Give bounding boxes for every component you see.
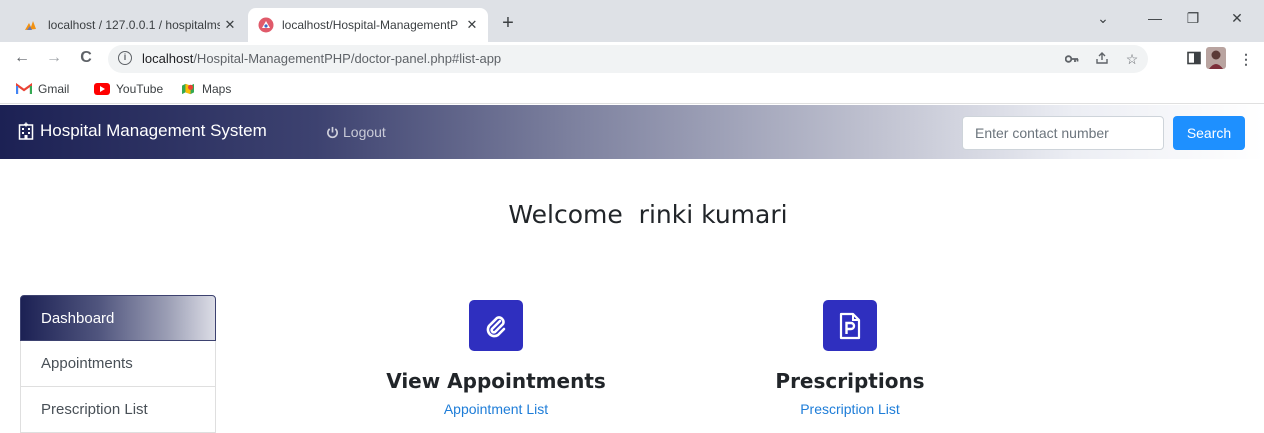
sidebar-item-appointments[interactable]: Appointments — [20, 341, 216, 387]
side-panel-icon[interactable] — [1184, 51, 1204, 68]
prescription-icon — [839, 312, 861, 339]
sidebar-list: Dashboard Appointments Prescription List — [20, 295, 216, 433]
share-icon[interactable] — [1092, 51, 1112, 68]
close-window-icon[interactable]: ✕ — [1222, 10, 1252, 27]
prescriptions-tile — [823, 300, 877, 351]
search-button[interactable]: Search — [1173, 116, 1245, 150]
restore-icon[interactable]: ❐ — [1178, 10, 1208, 27]
power-icon — [327, 126, 338, 138]
phpmyadmin-icon — [25, 21, 36, 30]
address-url[interactable]: localhost/Hospital-ManagementPHP/doctor-… — [142, 51, 501, 66]
profile-avatar-icon[interactable] — [1206, 47, 1226, 72]
address-bar[interactable]: i localhost/Hospital-ManagementPHP/docto… — [108, 45, 1148, 73]
app-navbar: Hospital Management System Logout Search — [0, 105, 1264, 159]
appointment-list-link[interactable]: Appointment List — [360, 401, 632, 417]
bookmark-maps[interactable]: Maps — [180, 82, 231, 96]
bookmark-label: YouTube — [116, 82, 164, 96]
url-path: /Hospital-ManagementPHP/doctor-panel.php… — [193, 51, 502, 66]
bookmark-star-icon[interactable]: ☆ — [1122, 51, 1142, 68]
sidebar-item-prescription-list[interactable]: Prescription List — [20, 387, 216, 433]
browser-tab-phpmyadmin[interactable]: localhost / 127.0.0.1 / hospitalms ✕ — [14, 8, 246, 42]
welcome-heading: Welcome rinki kumari — [508, 200, 788, 229]
appointments-tile — [469, 300, 523, 351]
tab-title: localhost/Hospital-ManagementP — [282, 18, 459, 32]
browser-toolbar: ← → C i localhost/Hospital-ManagementPHP… — [0, 42, 1264, 76]
gmail-icon — [16, 83, 32, 94]
brand-text: Hospital Management System — [40, 121, 267, 140]
bookmarks-bar: Gmail YouTube Maps — [0, 76, 1264, 104]
hospital-icon — [18, 122, 34, 140]
tab-title: localhost / 127.0.0.1 / hospitalms — [48, 18, 220, 32]
logout-link[interactable]: Logout — [326, 124, 386, 140]
youtube-icon — [94, 83, 110, 95]
minimize-icon[interactable]: — — [1140, 10, 1170, 26]
navbar-brand[interactable]: Hospital Management System — [18, 121, 267, 141]
contact-search-input[interactable] — [962, 116, 1164, 150]
new-tab-button[interactable]: + — [496, 12, 520, 35]
key-icon[interactable] — [1062, 51, 1082, 67]
bookmark-gmail[interactable]: Gmail — [16, 82, 69, 96]
logout-label: Logout — [343, 124, 386, 140]
chrome-menu-icon[interactable]: ⋮ — [1236, 51, 1256, 68]
prescriptions-heading: Prescriptions — [775, 369, 925, 393]
prescription-list-link[interactable]: Prescription List — [714, 401, 986, 417]
view-appointments-card: View Appointments Appointment List — [360, 300, 632, 417]
hospital-favicon-icon — [258, 17, 274, 33]
paperclip-icon — [486, 315, 506, 337]
site-info-icon[interactable]: i — [118, 51, 132, 65]
maps-icon — [182, 83, 194, 95]
back-icon[interactable]: ← — [12, 49, 32, 67]
tab-search-dropdown-icon[interactable]: ⌄ — [1088, 10, 1118, 27]
bookmark-label: Maps — [202, 82, 232, 96]
tab-close-icon[interactable]: ✕ — [462, 17, 482, 33]
browser-tab-hospital[interactable]: localhost/Hospital-ManagementP ✕ — [248, 8, 488, 42]
browser-tab-strip: localhost / 127.0.0.1 / hospitalms ✕ loc… — [0, 0, 1264, 42]
sidebar-item-dashboard[interactable]: Dashboard — [20, 295, 216, 341]
bookmark-youtube[interactable]: YouTube — [94, 82, 163, 96]
url-host: localhost — [142, 51, 194, 66]
reload-icon[interactable]: C — [76, 49, 96, 67]
tab-close-icon[interactable]: ✕ — [220, 17, 240, 33]
view-appointments-heading: View Appointments — [386, 369, 606, 393]
bookmark-label: Gmail — [38, 82, 70, 96]
prescriptions-card: Prescriptions Prescription List — [714, 300, 986, 417]
forward-icon[interactable]: → — [44, 49, 64, 67]
